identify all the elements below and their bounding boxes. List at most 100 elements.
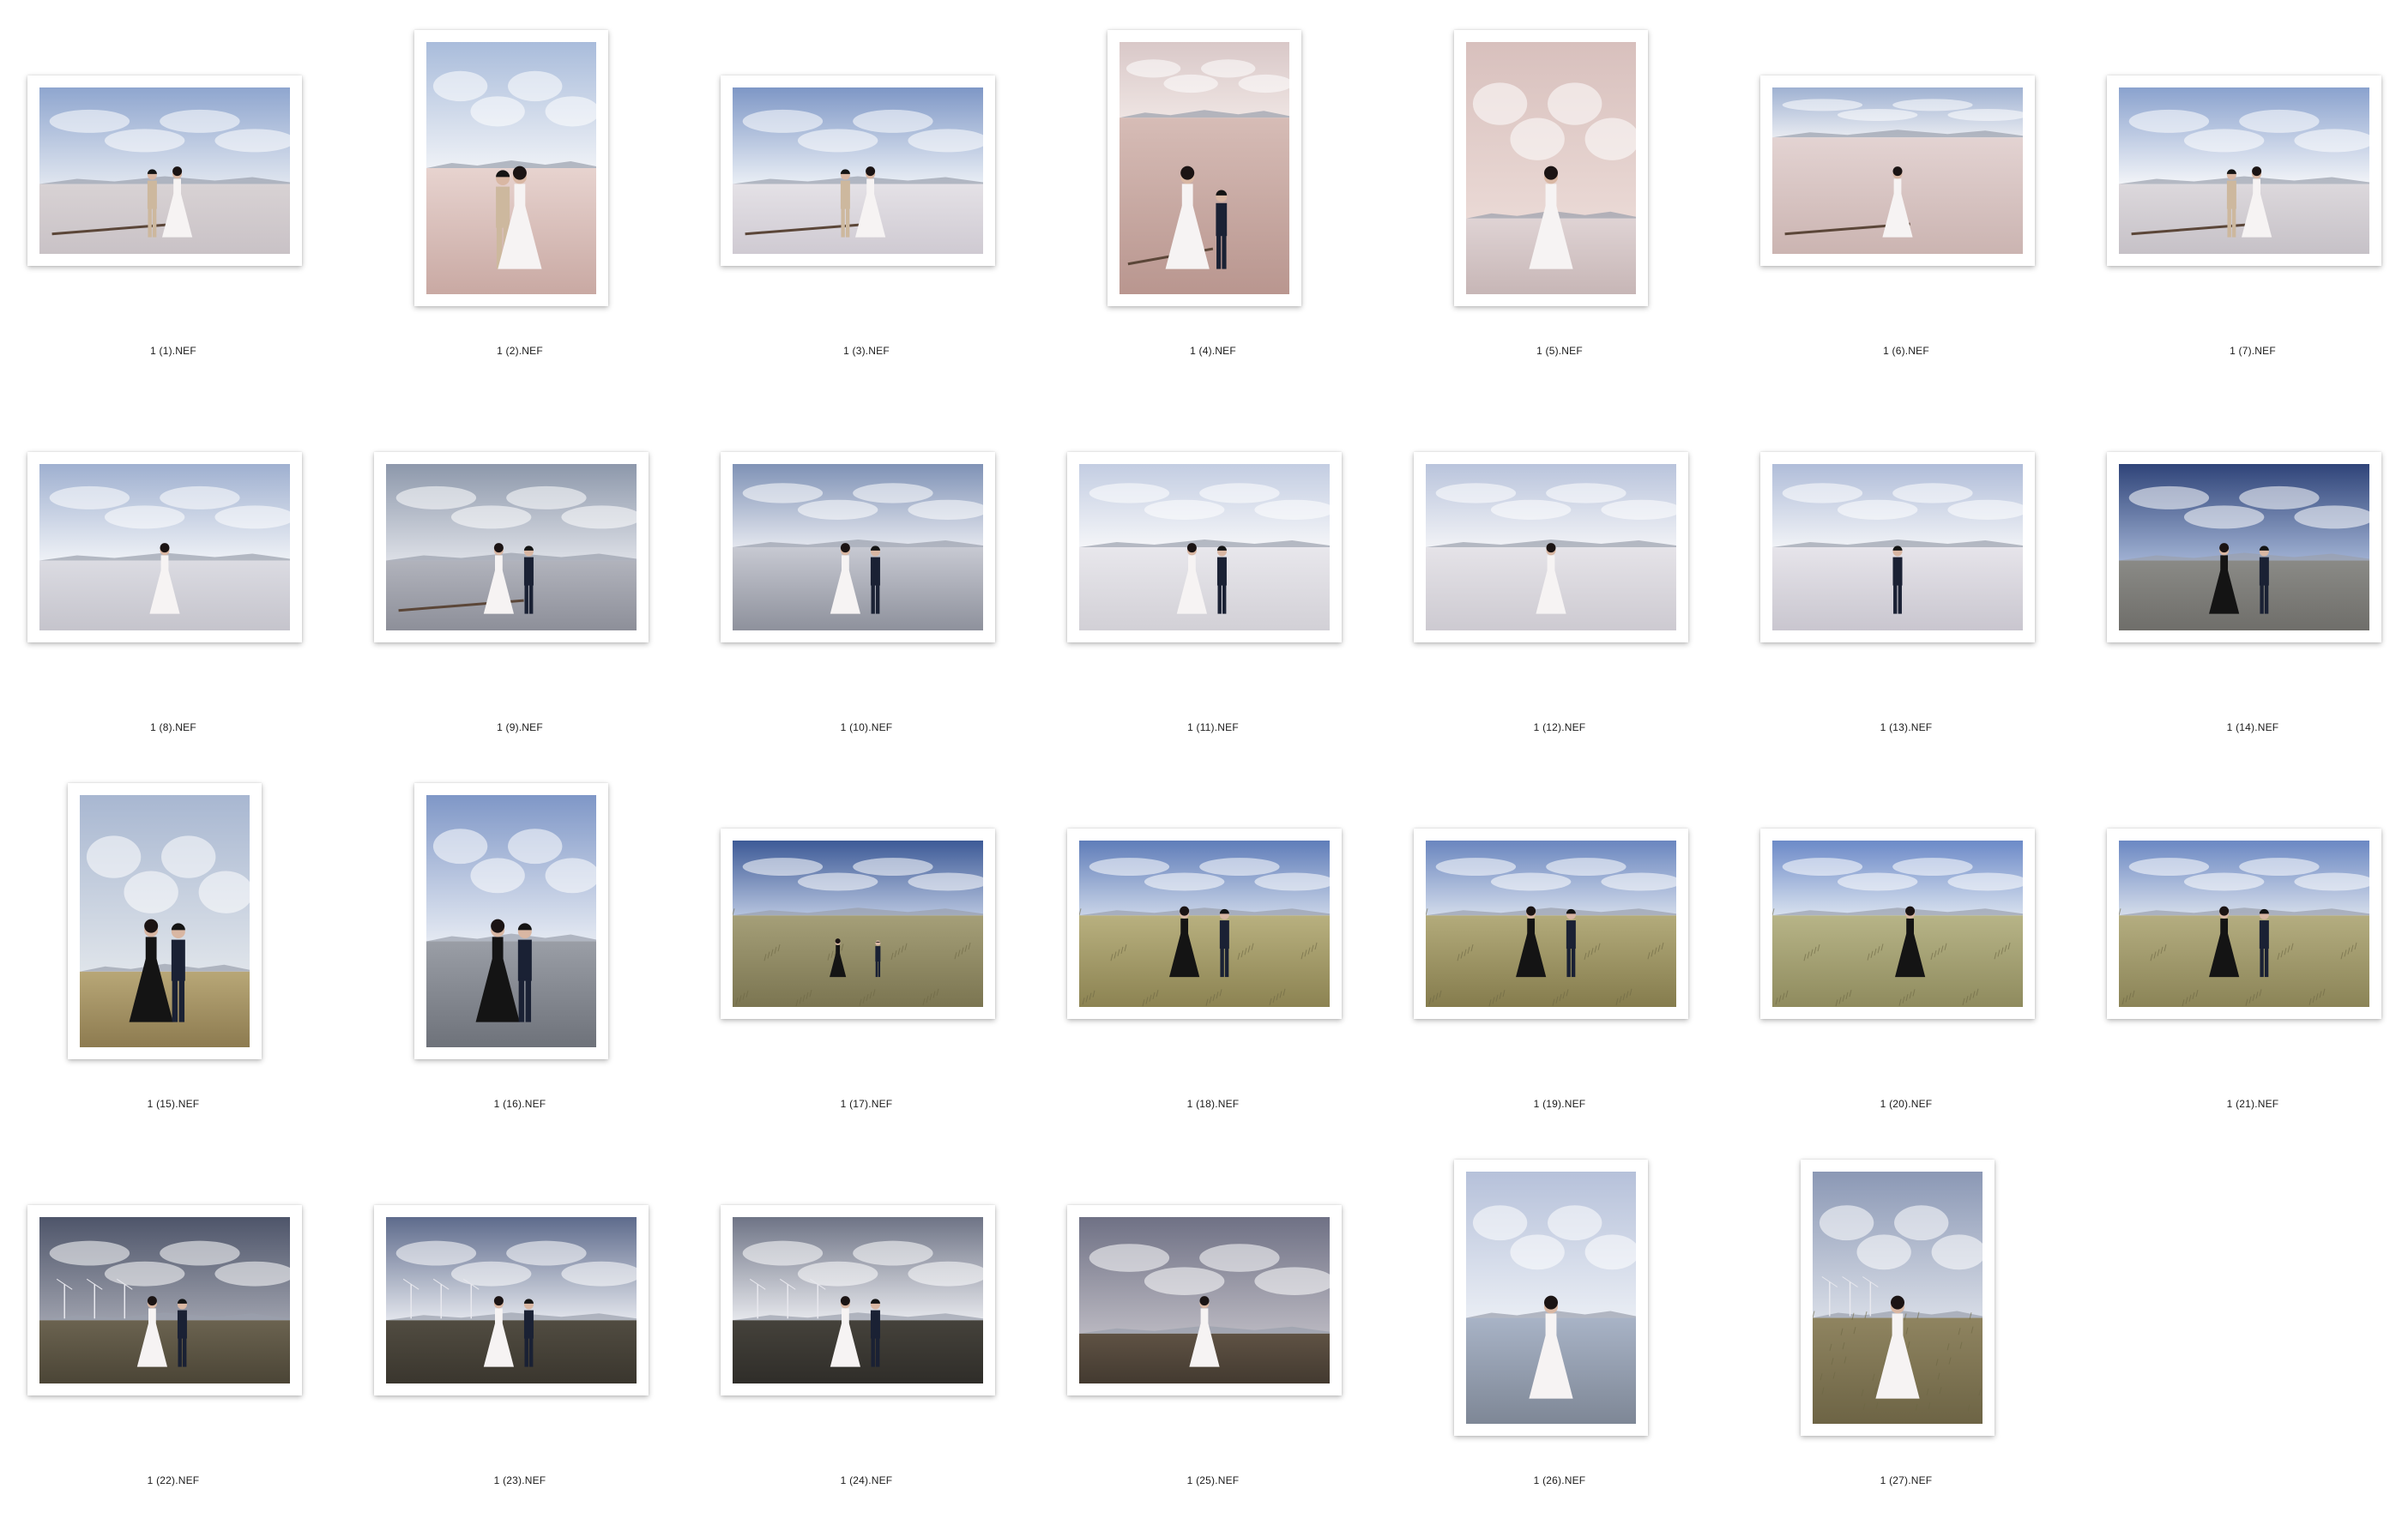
photo-frame[interactable]	[721, 452, 995, 642]
photo-thumbnail-cell[interactable]: 1 (6).NEF	[1733, 0, 2079, 377]
photo-filename[interactable]: 1 (9).NEF	[347, 721, 693, 733]
photo-image[interactable]	[1772, 87, 2023, 254]
photo-image[interactable]	[39, 1217, 290, 1383]
photo-image[interactable]	[1813, 1172, 1983, 1424]
photo-thumbnail-cell[interactable]: 1 (24).NEF	[693, 1130, 1040, 1506]
photo-filename[interactable]: 1 (6).NEF	[1733, 345, 2079, 357]
photo-frame[interactable]	[2107, 829, 2381, 1019]
photo-image[interactable]	[1079, 1217, 1330, 1383]
photo-thumbnail-cell[interactable]: 1 (14).NEF	[2079, 377, 2408, 753]
photo-thumbnail-cell[interactable]: 1 (11).NEF	[1040, 377, 1386, 753]
photo-filename[interactable]: 1 (14).NEF	[2079, 721, 2408, 733]
photo-image[interactable]	[733, 1217, 983, 1383]
photo-thumbnail-cell[interactable]: 1 (17).NEF	[693, 753, 1040, 1130]
photo-image[interactable]	[1466, 1172, 1636, 1424]
photo-filename[interactable]: 1 (18).NEF	[1040, 1098, 1386, 1110]
photo-filename[interactable]: 1 (20).NEF	[1733, 1098, 2079, 1110]
photo-image[interactable]	[386, 1217, 637, 1383]
photo-thumbnail-cell[interactable]: 1 (8).NEF	[0, 377, 347, 753]
photo-frame[interactable]	[1801, 1160, 1995, 1436]
photo-thumbnail-cell[interactable]: 1 (15).NEF	[0, 753, 347, 1130]
photo-image[interactable]	[2119, 464, 2369, 630]
photo-frame[interactable]	[374, 452, 649, 642]
photo-thumbnail-cell[interactable]: 1 (27).NEF	[1733, 1130, 2079, 1506]
photo-filename[interactable]: 1 (26).NEF	[1386, 1474, 1733, 1486]
photo-thumbnail-cell[interactable]: 1 (19).NEF	[1386, 753, 1733, 1130]
photo-image[interactable]	[2119, 87, 2369, 254]
photo-frame[interactable]	[1067, 829, 1342, 1019]
photo-filename[interactable]: 1 (24).NEF	[693, 1474, 1040, 1486]
photo-frame[interactable]	[27, 452, 302, 642]
photo-frame[interactable]	[1414, 452, 1688, 642]
photo-thumbnail-cell[interactable]: 1 (12).NEF	[1386, 377, 1733, 753]
photo-filename[interactable]: 1 (22).NEF	[0, 1474, 347, 1486]
photo-filename[interactable]: 1 (11).NEF	[1040, 721, 1386, 733]
photo-thumbnail-cell[interactable]: 1 (2).NEF	[347, 0, 693, 377]
photo-filename[interactable]: 1 (17).NEF	[693, 1098, 1040, 1110]
photo-frame[interactable]	[1454, 30, 1648, 306]
photo-thumbnail-cell[interactable]: 1 (7).NEF	[2079, 0, 2408, 377]
photo-image[interactable]	[426, 42, 596, 294]
photo-filename[interactable]: 1 (27).NEF	[1733, 1474, 2079, 1486]
photo-image[interactable]	[1120, 42, 1289, 294]
photo-image[interactable]	[39, 464, 290, 630]
photo-image[interactable]	[1772, 841, 2023, 1007]
photo-filename[interactable]: 1 (23).NEF	[347, 1474, 693, 1486]
photo-frame[interactable]	[1414, 829, 1688, 1019]
photo-image[interactable]	[39, 87, 290, 254]
photo-thumbnail-cell[interactable]: 1 (3).NEF	[693, 0, 1040, 377]
photo-thumbnail-cell[interactable]: 1 (22).NEF	[0, 1130, 347, 1506]
photo-image[interactable]	[1426, 464, 1676, 630]
photo-frame[interactable]	[2107, 75, 2381, 266]
photo-filename[interactable]: 1 (19).NEF	[1386, 1098, 1733, 1110]
photo-filename[interactable]: 1 (16).NEF	[347, 1098, 693, 1110]
photo-image[interactable]	[1466, 42, 1636, 294]
photo-thumbnail-cell[interactable]: 1 (21).NEF	[2079, 753, 2408, 1130]
photo-image[interactable]	[386, 464, 637, 630]
photo-thumbnail-cell[interactable]: 1 (20).NEF	[1733, 753, 2079, 1130]
photo-frame[interactable]	[721, 829, 995, 1019]
photo-thumbnail-cell[interactable]: 1 (5).NEF	[1386, 0, 1733, 377]
photo-image[interactable]	[1079, 841, 1330, 1007]
photo-thumbnail-cell[interactable]: 1 (18).NEF	[1040, 753, 1386, 1130]
photo-thumbnail-cell[interactable]: 1 (9).NEF	[347, 377, 693, 753]
photo-frame[interactable]	[721, 1205, 995, 1395]
photo-thumbnail-cell[interactable]: 1 (25).NEF	[1040, 1130, 1386, 1506]
photo-image[interactable]	[1079, 464, 1330, 630]
photo-filename[interactable]: 1 (10).NEF	[693, 721, 1040, 733]
photo-frame[interactable]	[27, 1205, 302, 1395]
photo-image[interactable]	[733, 464, 983, 630]
photo-image[interactable]	[733, 841, 983, 1007]
photo-filename[interactable]: 1 (1).NEF	[0, 345, 347, 357]
photo-image[interactable]	[1772, 464, 2023, 630]
photo-frame[interactable]	[1760, 829, 2035, 1019]
photo-frame[interactable]	[721, 75, 995, 266]
photo-thumbnail-cell[interactable]: 1 (26).NEF	[1386, 1130, 1733, 1506]
photo-image[interactable]	[2119, 841, 2369, 1007]
photo-thumbnail-cell[interactable]: 1 (23).NEF	[347, 1130, 693, 1506]
photo-frame[interactable]	[374, 1205, 649, 1395]
photo-filename[interactable]: 1 (8).NEF	[0, 721, 347, 733]
photo-frame[interactable]	[1760, 75, 2035, 266]
photo-frame[interactable]	[27, 75, 302, 266]
photo-image[interactable]	[426, 795, 596, 1047]
photo-thumbnail-cell[interactable]: 1 (13).NEF	[1733, 377, 2079, 753]
photo-filename[interactable]: 1 (7).NEF	[2079, 345, 2408, 357]
photo-filename[interactable]: 1 (13).NEF	[1733, 721, 2079, 733]
photo-frame[interactable]	[1107, 30, 1301, 306]
photo-frame[interactable]	[1454, 1160, 1648, 1436]
photo-frame[interactable]	[2107, 452, 2381, 642]
photo-image[interactable]	[1426, 841, 1676, 1007]
photo-filename[interactable]: 1 (3).NEF	[693, 345, 1040, 357]
photo-filename[interactable]: 1 (2).NEF	[347, 345, 693, 357]
photo-frame[interactable]	[1067, 452, 1342, 642]
photo-frame[interactable]	[68, 783, 262, 1059]
photo-thumbnail-cell[interactable]: 1 (10).NEF	[693, 377, 1040, 753]
photo-image[interactable]	[733, 87, 983, 254]
photo-frame[interactable]	[414, 783, 608, 1059]
photo-filename[interactable]: 1 (5).NEF	[1386, 345, 1733, 357]
photo-filename[interactable]: 1 (15).NEF	[0, 1098, 347, 1110]
photo-image[interactable]	[80, 795, 250, 1047]
photo-filename[interactable]: 1 (21).NEF	[2079, 1098, 2408, 1110]
photo-frame[interactable]	[1760, 452, 2035, 642]
